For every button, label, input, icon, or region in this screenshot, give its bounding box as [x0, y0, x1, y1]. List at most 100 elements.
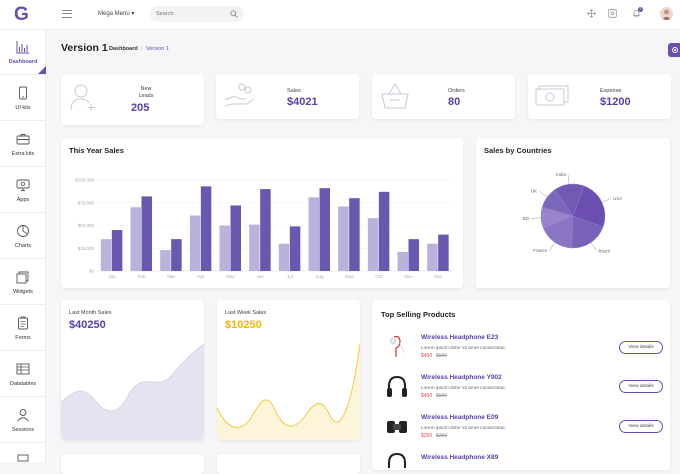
bar [367, 218, 379, 271]
product-name[interactable]: Wireless Headphone E23 [421, 334, 498, 341]
product-row: Wireless Headphone Y902 Lorem ipsum dolo… [372, 370, 670, 410]
breadcrumb-dashboard[interactable]: Dashboard [109, 46, 138, 52]
product-row: Wireless Headphone X89 [372, 448, 670, 470]
app-logo[interactable]: G [14, 4, 29, 26]
mobile-icon [19, 86, 27, 100]
last-month-sales-card: Last Month Sales $40250 [61, 300, 204, 440]
settings-tab[interactable] [668, 43, 680, 57]
sidebar-item-label: Dashboard [8, 59, 38, 65]
avatar[interactable] [660, 7, 673, 20]
sidebar-item-ui-kits[interactable]: UI kits [0, 76, 46, 121]
view-details-button[interactable]: View details [619, 341, 663, 354]
bar [219, 225, 230, 271]
product-old-price: $500 [436, 353, 448, 359]
y-tick-label: $0 [89, 269, 95, 274]
breadcrumb-version[interactable]: Version 1 [146, 46, 169, 52]
y-tick-label: $25,000 [78, 246, 95, 251]
bar-chart-icon [16, 41, 29, 54]
stat-card-leads: New Leads 205 [61, 74, 204, 125]
stat-card-expense: Expense $1200 [528, 74, 671, 119]
search-icon[interactable] [230, 10, 238, 18]
briefcase-icon [16, 134, 30, 145]
stat-value: $1200 [600, 96, 631, 108]
x-tick-label: Jun [257, 274, 265, 279]
sidebar-item-label: Charts [14, 243, 32, 249]
stat-label: Orders [448, 88, 465, 94]
page-title: Version 1 [61, 42, 108, 54]
pie-leader-line [601, 198, 612, 203]
sidebar-item-forms[interactable]: Forms [0, 306, 46, 351]
more-menu-icon[interactable] [17, 454, 29, 462]
bar [111, 230, 123, 271]
app-window-icon[interactable] [608, 9, 617, 18]
bar [438, 234, 449, 271]
stat-value: 205 [131, 102, 150, 114]
view-details-button[interactable]: View details [619, 380, 663, 393]
speaker-icon [387, 421, 407, 433]
product-name[interactable]: Wireless Headphone Y902 [421, 374, 502, 381]
bar [200, 186, 212, 271]
headphone-icon [387, 375, 407, 397]
sidebar-item-dashboard[interactable]: Dashboard [0, 30, 46, 75]
sidebar-item-extra-kits[interactable]: Extra kits [0, 122, 46, 167]
stat-value: 80 [448, 96, 461, 108]
sidebar-item-datatables[interactable]: Datatables [0, 352, 46, 397]
mega-menu-label: Mega Menu [98, 11, 130, 17]
product-desc: Lorem ipsum dolor sit amet consectetur. [421, 426, 507, 431]
sidebar-item-apps[interactable]: Apps [0, 168, 46, 213]
earphone-icon [390, 335, 405, 357]
menu-toggle-icon[interactable] [62, 10, 72, 18]
table-icon [16, 363, 30, 375]
bar [160, 250, 171, 271]
pie-leader-line [531, 217, 542, 219]
card-title: Top Selling Products [381, 310, 456, 319]
x-tick-label: Nov [404, 274, 413, 279]
search-box[interactable] [150, 6, 244, 22]
sidebar-item-label: Forms [15, 335, 31, 341]
product-name[interactable]: Wireless Headphone E09 [421, 414, 498, 421]
x-tick-label: Feb [138, 274, 146, 279]
stat-label: New Leads [138, 86, 154, 99]
sidebar-item-label: Apps [16, 197, 30, 203]
y-tick-label: $100,000 [75, 178, 94, 183]
x-tick-label: Sept [345, 274, 355, 279]
product-name[interactable]: Wireless Headphone X89 [421, 454, 498, 461]
x-tick-label: Oct [375, 274, 383, 279]
bar [427, 243, 438, 271]
bottom-card-2 [217, 454, 360, 474]
last-week-area-chart [217, 343, 360, 440]
product-old-price: $250 [436, 433, 448, 439]
sidebar-item-sessions[interactable]: Sessions [0, 398, 46, 443]
sidebar-item-charts[interactable]: Charts [0, 214, 46, 259]
bar [338, 206, 349, 271]
x-tick-label: May [226, 274, 235, 279]
sidebar-item-label: UI kits [15, 105, 31, 111]
product-desc: Lorem ipsum dolor sit amet consectetur. [421, 386, 507, 391]
headphone-icon [388, 452, 406, 468]
stat-value: $4021 [287, 96, 318, 108]
x-tick-label: Aug [315, 274, 324, 279]
last-month-area-chart [61, 343, 204, 440]
bottom-card-1 [61, 454, 204, 474]
bar [260, 189, 271, 271]
bar [289, 226, 301, 271]
stat-card-sales: Sales $4021 [216, 74, 359, 119]
fullscreen-icon[interactable] [587, 9, 596, 18]
search-input[interactable] [156, 9, 226, 19]
bar [408, 239, 419, 271]
user-icon [17, 409, 29, 422]
x-tick-label: Jul [287, 274, 293, 279]
bar [100, 239, 112, 271]
layers-icon [16, 271, 29, 284]
pie-label: India [556, 172, 566, 177]
mega-menu-dropdown[interactable]: Mega Menu ▾ [98, 10, 134, 17]
sidebar-item-label: Extra kits [11, 151, 35, 157]
pie-label: USA [613, 196, 622, 201]
sidebar-item-label: Widgets [13, 289, 33, 295]
sidebar-item-widgets[interactable]: Widgets [0, 260, 46, 305]
view-details-button[interactable]: View details [619, 420, 663, 433]
y-tick-label: $50,000 [78, 223, 95, 228]
pie-label: UK [531, 189, 537, 194]
product-price: $450 [421, 353, 433, 359]
stat-label: Expense [600, 88, 622, 94]
